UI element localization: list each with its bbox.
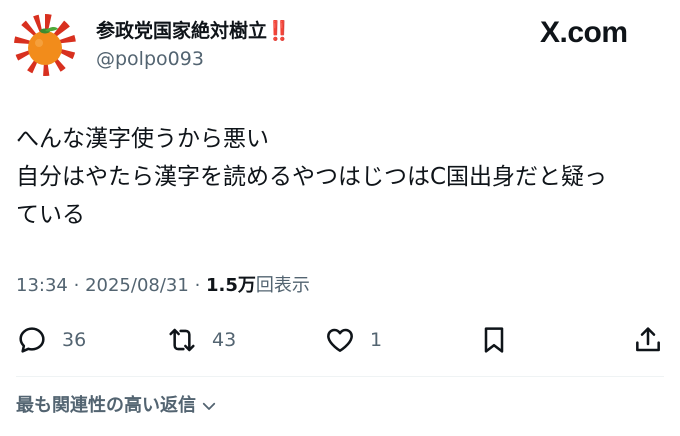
bookmark-button[interactable] [478, 322, 510, 358]
author-name-text: 参政党国家絶対樹立 [96, 20, 268, 42]
views-label: 回表示 [255, 275, 310, 296]
avatar[interactable] [14, 14, 76, 76]
reply-count: 36 [62, 329, 87, 351]
author-display-name[interactable]: 参政党国家絶対樹立‼️ [96, 18, 291, 44]
like-count: 1 [370, 329, 383, 351]
x-logo: X.com [540, 16, 628, 49]
orange-rising-sun-icon [14, 14, 76, 76]
author-handle[interactable]: @polpo093 [96, 46, 204, 72]
reply-icon [19, 327, 45, 353]
repost-count: 43 [212, 329, 237, 351]
post-meta: 13:34 · 2025/08/31 · 1.5万回表示 [16, 274, 310, 298]
repost-icon [169, 328, 195, 352]
post-line: 自分はやたら漢字を読めるやつはじつはC国出身だと疑っ [16, 164, 608, 190]
post-line: へんな漢字使うから悪い [16, 126, 269, 152]
chevron-down-icon [202, 402, 216, 410]
double-exclamation-emoji: ‼️ [267, 20, 291, 42]
like-button[interactable]: 1 [324, 322, 382, 358]
post-time[interactable]: 13:34 [16, 275, 68, 296]
meta-separator: · [73, 275, 80, 296]
reply-button[interactable]: 36 [16, 322, 86, 358]
views-count: 1.5万 [206, 275, 256, 296]
divider [16, 376, 664, 377]
meta-separator: · [194, 275, 201, 296]
post-text: へんな漢字使うから悪い 自分はやたら漢字を読めるやつはじつはC国出身だと疑っ て… [16, 120, 666, 234]
relevant-replies-sort[interactable]: 最も関連性の高い返信 [16, 394, 218, 418]
post-line: ている [16, 202, 85, 228]
share-button[interactable] [632, 322, 664, 358]
bookmark-icon [484, 327, 504, 353]
repost-button[interactable]: 43 [166, 322, 236, 358]
share-icon [636, 327, 660, 352]
post-date[interactable]: 2025/08/31 [85, 275, 189, 296]
heart-icon [327, 328, 353, 352]
relevant-replies-label: 最も関連性の高い返信 [16, 395, 196, 416]
